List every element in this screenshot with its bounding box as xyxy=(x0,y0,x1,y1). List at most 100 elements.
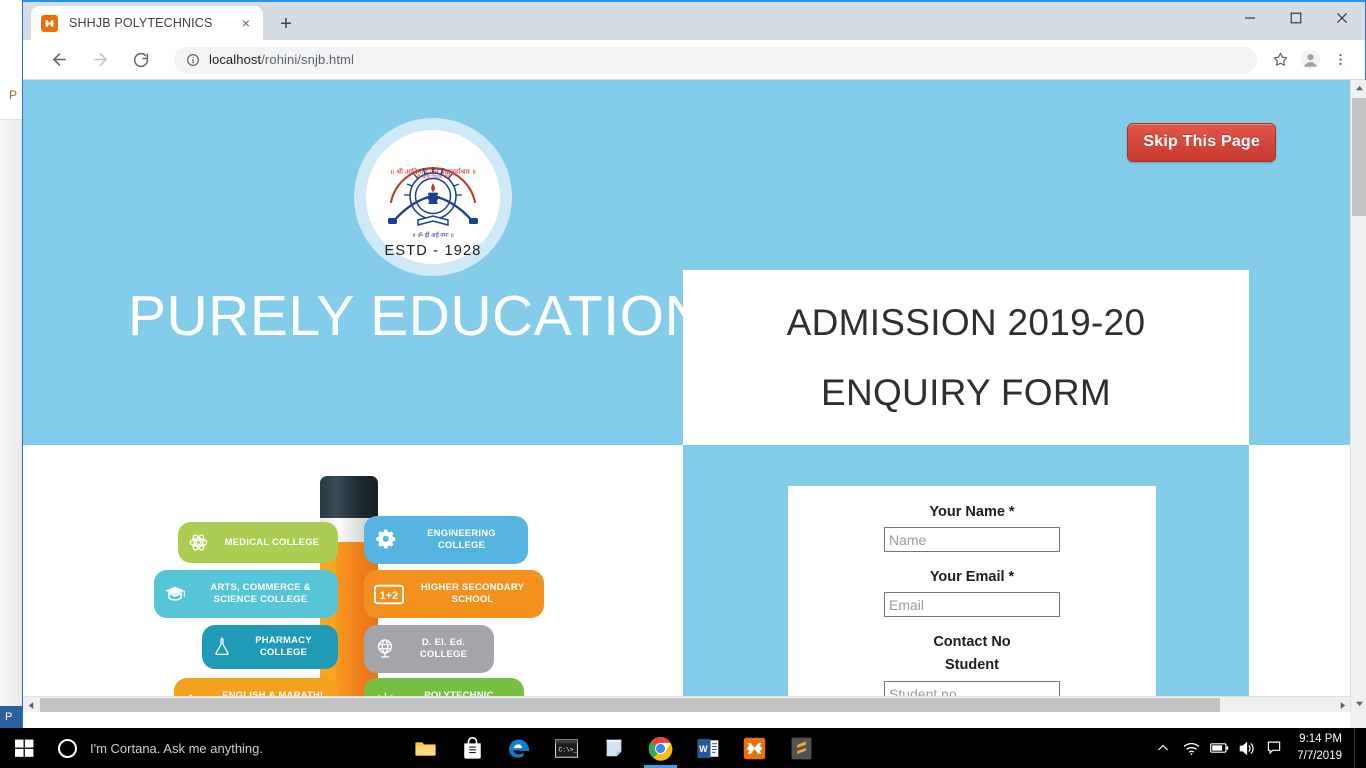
contact-no-heading: Contact No xyxy=(933,634,1011,650)
action-center-icon[interactable] xyxy=(1261,728,1289,768)
show-hidden-icons-chevron[interactable] xyxy=(1149,728,1177,768)
institution-logo: ॥ श्री आदिनाथ जैन ब्रह्मचर्याश्रम ॥ श्री… xyxy=(354,118,512,276)
gears-icon xyxy=(374,528,398,552)
cortana-search-box[interactable]: I'm Cortana. Ask me anything. xyxy=(48,728,388,768)
infographic-label: HIGHER SECONDARY SCHOOL xyxy=(420,582,525,605)
infographic-item-engineering-college[interactable]: ENGINEERING COLLEGE xyxy=(364,516,528,564)
star-icon[interactable] xyxy=(1265,45,1295,75)
url-path: /rohini/snjb.html xyxy=(261,52,354,67)
horizontal-scrollbar[interactable] xyxy=(23,696,1350,712)
desktop: P P SHHJB POLYTECHNICS × + localhost/roh… xyxy=(0,0,1366,768)
enquiry-form: Your Name * Your Email * Contact No Stud… xyxy=(788,486,1156,712)
enquiry-form-heading: ENQUIRY FORM xyxy=(820,371,1112,413)
close-icon[interactable] xyxy=(1319,2,1365,33)
back-arrow-icon[interactable] xyxy=(45,46,73,74)
infographic-item-medical-college[interactable]: MEDICAL COLLEGE xyxy=(178,522,338,563)
wifi-icon[interactable] xyxy=(1177,728,1205,768)
windows-taskbar: I'm Cortana. Ask me anything. C:\>_ W 9:… xyxy=(0,728,1366,768)
page-viewport: Skip This Page ॥ श्री आदिनाथ जैन ब्रह्मच… xyxy=(23,80,1366,728)
svg-text:॥ ॐ ह्रीं अर्हं नमः ॥: ॥ ॐ ह्रीं अर्हं नमः ॥ xyxy=(412,231,454,239)
vertical-scrollbar-thumb[interactable] xyxy=(1352,98,1366,216)
edge-browser-icon[interactable] xyxy=(496,728,543,768)
scroll-right-arrow-icon[interactable] xyxy=(1334,697,1350,712)
clock-time: 9:14 PM xyxy=(1299,733,1342,746)
infographic-item-higher-secondary-school[interactable]: 1+2 HIGHER SECONDARY SCHOOL xyxy=(364,570,544,618)
site-info-icon[interactable] xyxy=(186,53,200,67)
avatar-icon[interactable] xyxy=(1295,45,1325,75)
email-input[interactable] xyxy=(884,592,1060,617)
sticky-notes-icon[interactable] xyxy=(590,728,637,768)
reload-icon[interactable] xyxy=(127,46,155,74)
clock-date: 7/7/2019 xyxy=(1297,750,1342,762)
atom-icon xyxy=(188,532,209,553)
globe-icon xyxy=(374,638,396,660)
chrome-browser-window: SHHJB POLYTECHNICS × + localhost/rohini/… xyxy=(22,0,1366,728)
volume-icon[interactable] xyxy=(1233,728,1261,768)
student-label: Student xyxy=(945,657,999,673)
admission-title-card: ADMISSION 2019-20 ENQUIRY FORM xyxy=(683,270,1249,445)
svg-text:W: W xyxy=(699,743,708,753)
infographic-label: D. El. Ed. COLLEGE xyxy=(419,637,468,660)
infographic-label: ARTS, COMMERCE & SCIENCE COLLEGE xyxy=(210,582,311,605)
taskbar-pinned-icons: C:\>_ W xyxy=(402,728,825,768)
scroll-up-arrow-icon[interactable] xyxy=(1351,80,1366,97)
window-controls xyxy=(1227,2,1365,33)
browser-toolbar: localhost/rohini/snjb.html xyxy=(23,40,1365,80)
close-icon[interactable]: × xyxy=(237,14,255,32)
flask-icon xyxy=(212,637,232,657)
colleges-infographic: MEDICAL COLLEGE ARTS, COMMERCE & SCIENCE… xyxy=(154,460,548,712)
infographic-item-d-el-ed-college[interactable]: D. El. Ed. COLLEGE xyxy=(364,625,494,673)
web-page: Skip This Page ॥ श्री आदिनाथ जैन ब्रह्मच… xyxy=(23,80,1350,712)
new-tab-button[interactable]: + xyxy=(273,11,299,37)
google-chrome-icon[interactable] xyxy=(637,728,684,768)
cortana-placeholder: I'm Cortana. Ask me anything. xyxy=(90,740,264,756)
windows-start-icon[interactable] xyxy=(0,728,48,768)
maximize-icon[interactable] xyxy=(1273,2,1319,33)
minimize-icon[interactable] xyxy=(1227,2,1273,33)
cortana-icon xyxy=(58,738,77,758)
svg-text:श्री आदि जिनाय नमः: श्री आदि जिनाय नमः xyxy=(416,174,450,180)
page-title: PURELY EDUCATION xyxy=(128,284,707,348)
infographic-item-pharmacy-college[interactable]: PHARMACY COLLEGE xyxy=(202,625,338,669)
horizontal-scrollbar-thumb[interactable] xyxy=(40,698,1220,712)
xampp-icon[interactable] xyxy=(731,728,778,768)
browser-tab[interactable]: SHHJB POLYTECHNICS × xyxy=(31,6,263,40)
three-dot-menu-icon[interactable] xyxy=(1325,45,1355,75)
name-label: Your Name * xyxy=(929,504,1015,520)
tab-title: SHHJB POLYTECHNICS xyxy=(69,16,213,30)
one-plus-two-icon: 1+2 xyxy=(374,584,404,605)
microsoft-store-icon[interactable] xyxy=(449,728,496,768)
background-window-label: P xyxy=(9,88,18,102)
taskbar-clock[interactable]: 9:14 PM 7/7/2019 xyxy=(1289,731,1354,764)
system-tray: 9:14 PM 7/7/2019 xyxy=(1149,728,1366,768)
show-desktop-button[interactable] xyxy=(1354,728,1360,768)
url-text: localhost/rohini/snjb.html xyxy=(209,52,354,67)
snjb-emblem-icon: ॥ श्री आदिनाथ जैन ब्रह्मचर्याश्रम ॥ श्री… xyxy=(384,167,481,259)
email-label: Your Email * xyxy=(929,569,1015,585)
vertical-scrollbar[interactable] xyxy=(1350,80,1366,712)
url-host: localhost xyxy=(209,52,262,67)
svg-text:C:\>_: C:\>_ xyxy=(559,746,578,753)
microsoft-word-icon[interactable]: W xyxy=(684,728,731,768)
infographic-item-arts-commerce-science[interactable]: ARTS, COMMERCE & SCIENCE COLLEGE xyxy=(154,570,338,618)
scroll-down-arrow-icon[interactable] xyxy=(1351,695,1366,712)
file-explorer-icon[interactable] xyxy=(402,728,449,768)
infographic-label: ENGINEERING COLLEGE xyxy=(427,528,496,551)
pencil-cap xyxy=(320,476,378,518)
svg-text:ESTD - 1928: ESTD - 1928 xyxy=(384,243,481,259)
battery-icon[interactable] xyxy=(1205,728,1233,768)
command-prompt-icon[interactable]: C:\>_ xyxy=(543,728,590,768)
name-input[interactable] xyxy=(884,527,1060,552)
svg-text:1+2: 1+2 xyxy=(380,589,398,601)
xampp-icon xyxy=(41,14,58,32)
admission-year-heading: ADMISSION 2019-20 xyxy=(786,301,1146,343)
infographic-label: MEDICAL COLLEGE xyxy=(224,536,320,548)
skip-this-page-button[interactable]: Skip This Page xyxy=(1127,123,1276,162)
right-white-notch xyxy=(1249,445,1350,712)
address-bar[interactable]: localhost/rohini/snjb.html xyxy=(174,46,1257,73)
graduation-cap-icon xyxy=(164,583,186,605)
infographic-label: PHARMACY COLLEGE xyxy=(255,635,312,658)
sublime-text-icon[interactable] xyxy=(778,728,825,768)
forward-arrow-icon[interactable] xyxy=(86,46,114,74)
scroll-left-arrow-icon[interactable] xyxy=(23,697,39,712)
